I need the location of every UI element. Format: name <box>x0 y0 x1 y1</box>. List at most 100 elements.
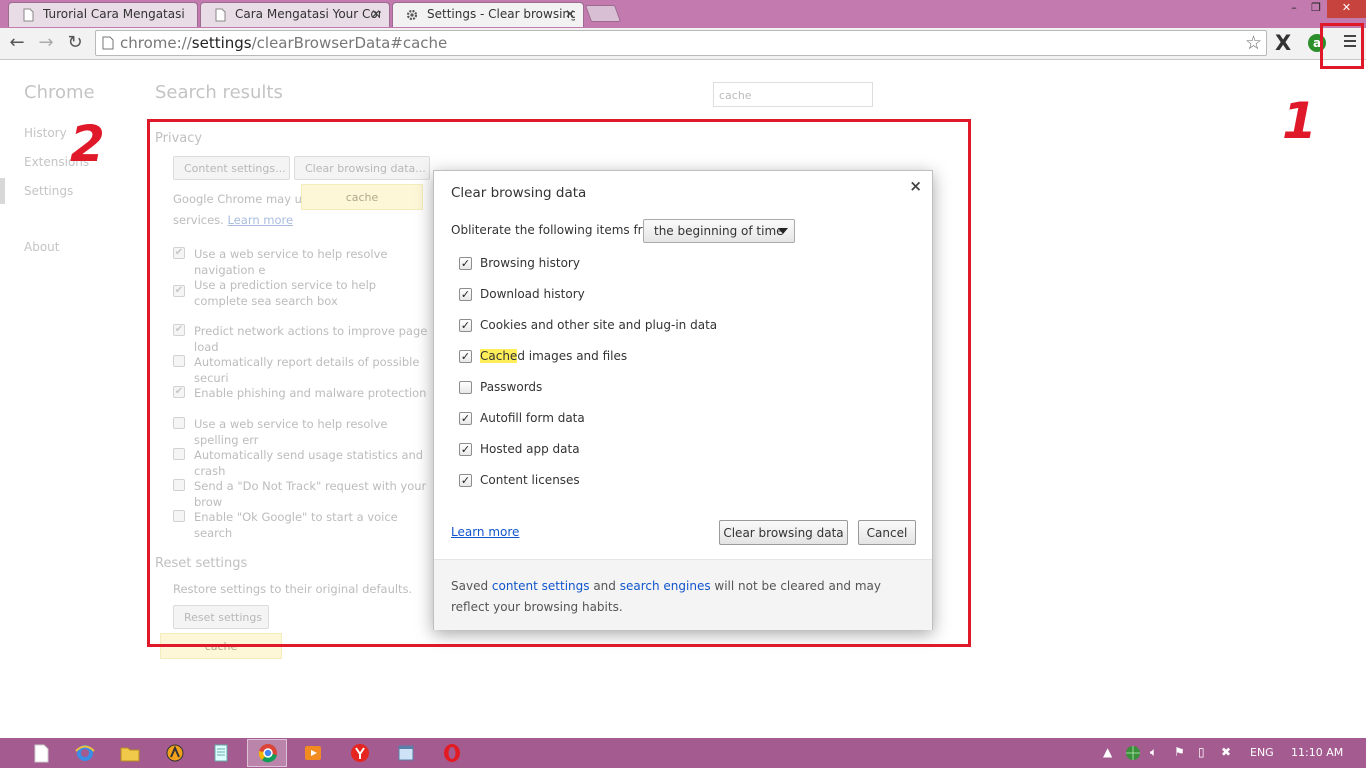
close-icon[interactable]: × <box>909 177 922 195</box>
annotation-box-1 <box>1320 23 1364 69</box>
page-title: Search results <box>155 82 283 103</box>
privacy-description-2: services. Learn more <box>173 213 294 227</box>
content-settings-button[interactable]: Content settings... <box>173 156 290 180</box>
learn-more-link[interactable]: Learn more <box>451 525 519 539</box>
show-hidden-icons-icon[interactable]: ▲ <box>1103 745 1112 759</box>
document-icon[interactable] <box>30 742 52 764</box>
tab-settings[interactable]: Settings - Clear browsing d ✕ <box>392 2 584 27</box>
maximize-button[interactable]: ❐ <box>1305 0 1327 18</box>
speaker-icon[interactable]: 🔈︎ <box>1150 745 1157 760</box>
checkbox[interactable]: ✔ <box>173 386 185 398</box>
checkbox[interactable]: ✓ <box>459 319 472 332</box>
clear-browsing-data-dialog: Clear browsing data × Obliterate the fol… <box>433 170 933 630</box>
settings-search-input[interactable]: cache <box>713 82 873 107</box>
media-player-icon[interactable] <box>302 742 324 764</box>
checkbox[interactable]: ✓ <box>459 350 472 363</box>
checkbox[interactable]: ✓ <box>459 443 472 456</box>
sidebar-selected-marker <box>0 178 5 204</box>
checkbox[interactable]: ✓ <box>459 474 472 487</box>
close-window-button[interactable]: ✕ <box>1327 0 1366 18</box>
battery-icon[interactable]: ▯ <box>1198 745 1205 759</box>
sidebar-title: Chrome <box>24 82 95 103</box>
page-icon <box>102 36 114 50</box>
yandex-icon[interactable] <box>349 742 371 764</box>
tab-label: Settings - Clear browsing d <box>427 7 575 21</box>
privacy-checkbox-row[interactable]: ✔ Use a web service to help resolve navig… <box>173 246 433 278</box>
reset-settings-button[interactable]: Reset settings <box>173 605 269 629</box>
search-highlight-bubble: cache <box>160 633 282 659</box>
checkbox[interactable]: ✓ <box>459 257 472 270</box>
learn-more-link[interactable]: Learn more <box>228 213 294 227</box>
privacy-checkbox-row[interactable]: Enable "Ok Google" to start a voice sear… <box>173 509 433 541</box>
reset-section-title: Reset settings <box>155 556 248 571</box>
tab-tutorial[interactable]: Turorial Cara Mengatasi C <box>8 2 198 27</box>
internet-explorer-icon[interactable] <box>74 742 96 764</box>
checkbox[interactable] <box>459 381 472 394</box>
language-indicator[interactable]: ENG <box>1250 746 1274 759</box>
url-text: chrome://settings/clearBrowserData#cache <box>120 34 448 52</box>
close-icon[interactable]: ✕ <box>565 7 575 21</box>
extension-x-icon[interactable]: X <box>1275 31 1291 55</box>
bookmark-star-icon[interactable]: ☆ <box>1245 32 1262 54</box>
checkbox[interactable]: ✔ <box>173 285 185 297</box>
clear-browsing-data-confirm-button[interactable]: Clear browsing data <box>719 520 848 545</box>
checkbox[interactable] <box>173 448 185 460</box>
privacy-section-title: Privacy <box>155 131 203 146</box>
checkbox[interactable]: ✔ <box>173 247 185 259</box>
tab-cara-mengatasi[interactable]: Cara Mengatasi Your Conr ✕ <box>200 2 390 27</box>
address-bar[interactable]: chrome://settings/clearBrowserData#cache… <box>95 30 1267 56</box>
dialog-footer: Saved content settings and search engine… <box>434 559 932 630</box>
privacy-checkbox-row[interactable]: Use a web service to help resolve spelli… <box>173 416 433 448</box>
notepad-icon[interactable] <box>210 742 232 764</box>
opera-icon[interactable] <box>441 742 463 764</box>
cancel-button[interactable]: Cancel <box>858 520 916 545</box>
checkbox[interactable] <box>173 479 185 491</box>
flag-icon[interactable]: ⚑ <box>1174 745 1185 759</box>
chrome-icon <box>258 744 277 763</box>
minimize-button[interactable]: – <box>1283 0 1305 18</box>
sidebar-item-history[interactable]: History <box>24 126 67 140</box>
gear-icon <box>406 9 418 21</box>
time-range-select[interactable]: the beginning of time <box>643 219 795 243</box>
reload-icon[interactable]: ↻ <box>64 32 86 54</box>
checkbox[interactable] <box>173 510 185 522</box>
privacy-checkbox-row[interactable]: Automatically report details of possible… <box>173 354 433 386</box>
reset-description: Restore settings to their original defau… <box>173 582 413 596</box>
checkbox[interactable]: ✓ <box>459 288 472 301</box>
folder-icon[interactable] <box>119 742 141 764</box>
privacy-checkbox-row[interactable]: ✔ Use a prediction service to help comple… <box>173 277 433 311</box>
checkbox[interactable]: ✓ <box>459 412 472 425</box>
checkbox[interactable] <box>173 355 185 367</box>
close-icon[interactable]: ✕ <box>371 7 381 21</box>
sidebar-item-settings[interactable]: Settings <box>24 184 73 198</box>
chrome-taskbar-button[interactable] <box>247 739 287 767</box>
content-settings-link[interactable]: content settings <box>492 579 590 593</box>
tab-strip: Turorial Cara Mengatasi C Cara Mengatasi… <box>0 0 1366 28</box>
clear-browsing-data-button[interactable]: Clear browsing data... <box>294 156 430 180</box>
system-clock[interactable]: 11:10 AM <box>1291 746 1343 759</box>
avast-icon[interactable] <box>164 742 186 764</box>
checkbox[interactable]: ✔ <box>173 324 185 336</box>
privacy-checkbox-row[interactable]: Automatically send usage statistics and … <box>173 447 433 479</box>
privacy-description: Google Chrome may use <box>173 192 301 206</box>
forward-arrow-icon[interactable]: → <box>35 32 57 54</box>
checkbox[interactable] <box>173 417 185 429</box>
network-globe-icon[interactable] <box>1124 744 1142 762</box>
search-highlight: Cache <box>480 349 518 363</box>
time-range-value: the beginning of time <box>654 224 784 238</box>
window-app-icon[interactable] <box>395 742 417 764</box>
page-icon <box>23 8 34 22</box>
privacy-checkbox-row[interactable]: ✔ Enable phishing and malware protection <box>173 385 433 401</box>
sidebar-item-about[interactable]: About <box>24 240 59 254</box>
dialog-title: Clear browsing data <box>451 185 587 201</box>
back-arrow-icon[interactable]: ← <box>6 32 28 54</box>
obliterate-label: Obliterate the following items from: <box>451 223 666 237</box>
browser-toolbar: ← → ↻ chrome://settings/clearBrowserData… <box>0 28 1366 60</box>
privacy-checkbox-row[interactable]: ✔ Predict network actions to improve page… <box>173 323 433 355</box>
windows-taskbar: ▲ 🔈︎ ⚑ ▯ ✖ ENG 11:10 AM <box>0 738 1366 768</box>
search-engines-link[interactable]: search engines <box>620 579 711 593</box>
privacy-checkbox-row[interactable]: Send a "Do Not Track" request with your … <box>173 478 433 510</box>
new-tab-button[interactable] <box>584 5 622 22</box>
annotation-number-2: 2 <box>70 115 105 173</box>
network-disconnected-icon[interactable]: ✖ <box>1221 745 1231 759</box>
